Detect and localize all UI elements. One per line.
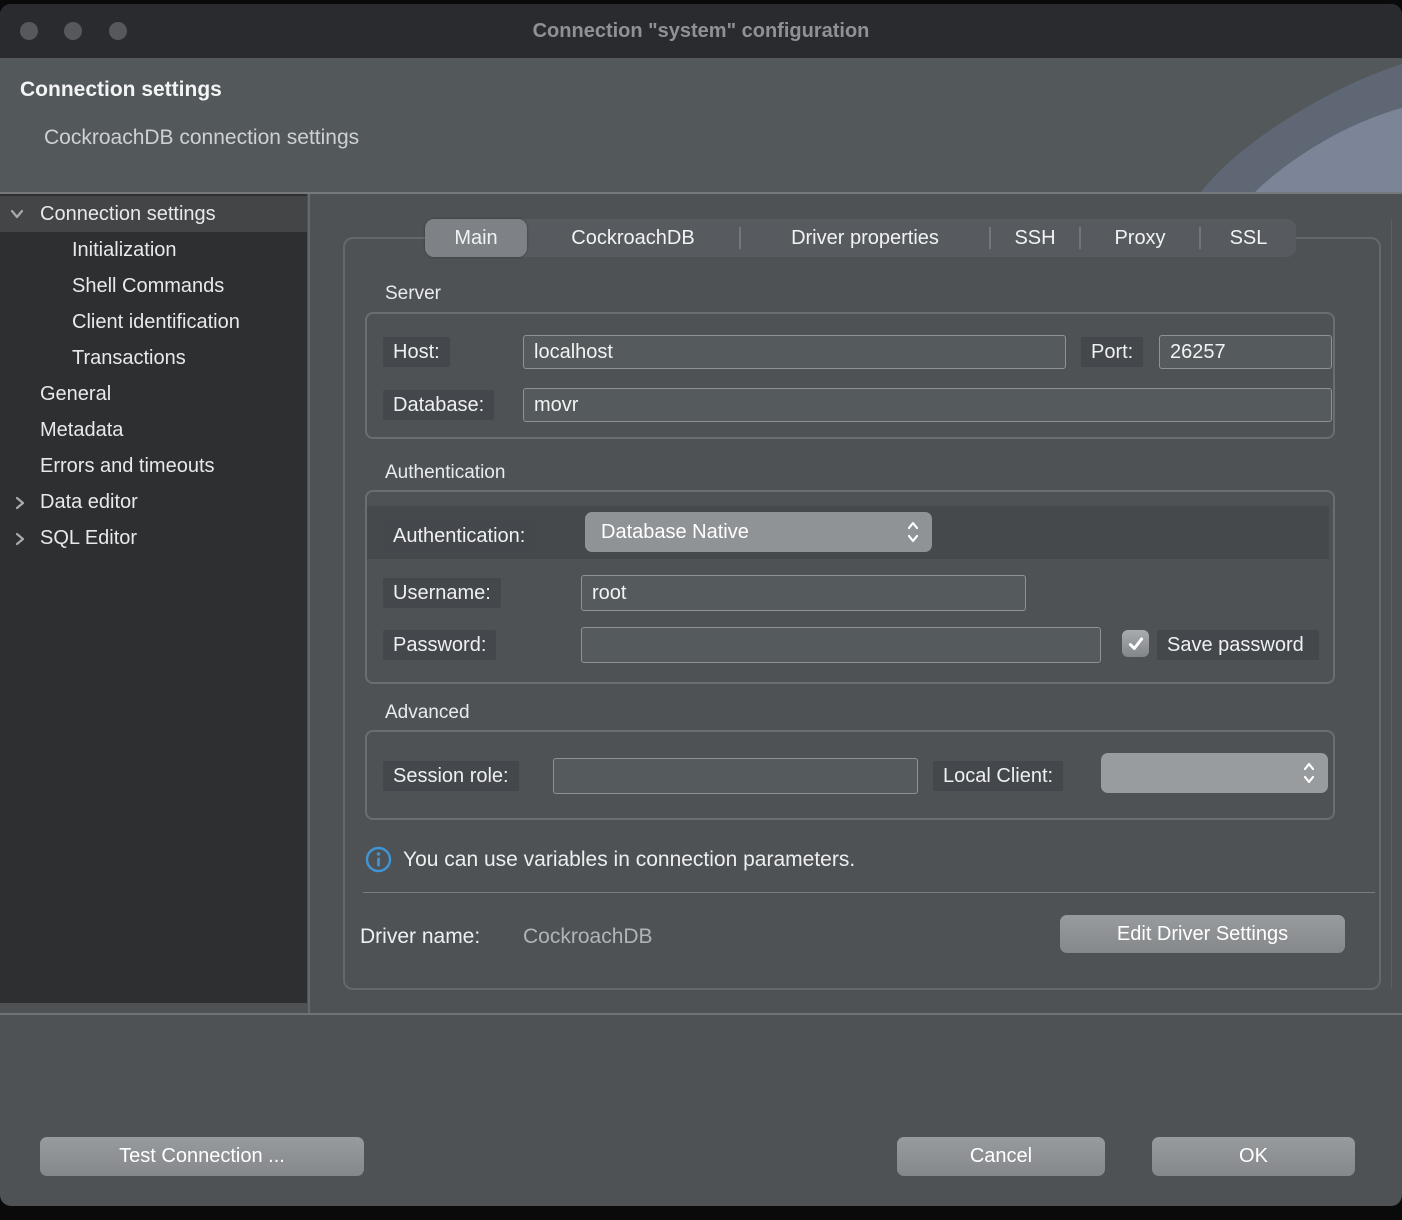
- sidebar-item-sql-editor[interactable]: SQL Editor: [0, 520, 307, 556]
- chevron-down-icon: [8, 206, 26, 222]
- tab-label: CockroachDB: [571, 227, 694, 250]
- sidebar-divider: [308, 194, 310, 1015]
- tab-label: SSL: [1230, 227, 1268, 250]
- settings-tree: Connection settings Initialization Shell…: [0, 194, 307, 1003]
- host-label: Host:: [383, 337, 450, 367]
- authentication-label: Authentication:: [383, 521, 535, 551]
- tree-item-label: Client identification: [72, 311, 240, 333]
- chevron-right-icon: [12, 494, 28, 512]
- content-right-edge: [1391, 219, 1392, 989]
- tab-cockroachdb[interactable]: CockroachDB: [527, 219, 739, 257]
- driver-name-value: CockroachDB: [523, 925, 653, 949]
- sidebar-item-general[interactable]: General: [0, 376, 307, 412]
- sidebar-item-shell-commands[interactable]: Shell Commands: [0, 268, 307, 304]
- database-label: Database:: [383, 390, 494, 420]
- chevron-right-icon: [12, 530, 28, 548]
- tab-driver-properties[interactable]: Driver properties: [741, 219, 989, 257]
- info-icon: [365, 846, 392, 873]
- username-input[interactable]: [581, 575, 1026, 611]
- authentication-group-title: Authentication: [385, 462, 505, 484]
- edit-driver-settings-button[interactable]: Edit Driver Settings: [1060, 915, 1345, 953]
- ok-button[interactable]: OK: [1152, 1137, 1355, 1176]
- port-label: Port:: [1081, 337, 1143, 367]
- tree-item-label: Errors and timeouts: [40, 455, 215, 477]
- local-client-select[interactable]: [1101, 753, 1328, 793]
- tab-bar: Main CockroachDB Driver properties SSH P…: [425, 219, 1296, 257]
- sidebar-item-client-identification[interactable]: Client identification: [0, 304, 307, 340]
- info-text: You can use variables in connection para…: [403, 848, 855, 872]
- decorative-arcs: [1187, 58, 1402, 192]
- database-input[interactable]: [523, 388, 1332, 422]
- tree-item-label: Transactions: [72, 347, 186, 369]
- cancel-button[interactable]: Cancel: [897, 1137, 1105, 1176]
- tree-item-label: SQL Editor: [40, 527, 137, 549]
- sidebar-item-data-editor[interactable]: Data editor: [0, 484, 307, 520]
- tree-item-label: General: [40, 383, 111, 405]
- sidebar-item-metadata[interactable]: Metadata: [0, 412, 307, 448]
- advanced-group-title: Advanced: [385, 702, 470, 724]
- updown-chevron-icon: [1302, 761, 1316, 785]
- page-subtitle: CockroachDB connection settings: [44, 126, 359, 150]
- footer-divider: [0, 1013, 1402, 1015]
- save-password-label[interactable]: Save password: [1157, 630, 1319, 660]
- sidebar-item-errors-and-timeouts[interactable]: Errors and timeouts: [0, 448, 307, 484]
- session-role-label: Session role:: [383, 761, 519, 791]
- connection-config-window: Connection "system" configuration Connec…: [0, 4, 1402, 1206]
- authentication-method-select[interactable]: Database Native: [585, 512, 932, 552]
- tab-ssl[interactable]: SSL: [1201, 219, 1296, 257]
- tab-label: Driver properties: [791, 227, 939, 250]
- dialog-header: Connection settings CockroachDB connecti…: [0, 58, 1402, 194]
- username-label: Username:: [383, 578, 501, 608]
- local-client-label: Local Client:: [933, 761, 1063, 791]
- driver-name-label: Driver name:: [360, 925, 480, 949]
- tab-label: Proxy: [1114, 227, 1165, 250]
- tree-item-label: Data editor: [40, 491, 138, 513]
- updown-chevron-icon: [906, 520, 920, 544]
- host-input[interactable]: [523, 335, 1066, 369]
- tab-ssh[interactable]: SSH: [991, 219, 1079, 257]
- titlebar: Connection "system" configuration: [0, 4, 1402, 58]
- tree-item-label: Connection settings: [40, 203, 216, 225]
- driver-divider: [363, 892, 1375, 893]
- sidebar-item-initialization[interactable]: Initialization: [0, 232, 307, 268]
- sidebar-item-connection-settings[interactable]: Connection settings: [0, 196, 307, 232]
- password-input[interactable]: [581, 627, 1101, 663]
- authentication-method-value: Database Native: [585, 521, 906, 544]
- tab-proxy[interactable]: Proxy: [1081, 219, 1199, 257]
- tree-item-label: Shell Commands: [72, 275, 224, 297]
- port-input[interactable]: [1159, 335, 1332, 369]
- checkmark-icon: [1127, 635, 1145, 653]
- tab-label: Main: [454, 227, 497, 250]
- sidebar-item-transactions[interactable]: Transactions: [0, 340, 307, 376]
- test-connection-button[interactable]: Test Connection ...: [40, 1137, 364, 1176]
- tab-label: SSH: [1014, 227, 1055, 250]
- save-password-checkbox[interactable]: [1122, 630, 1149, 657]
- tab-main[interactable]: Main: [425, 219, 527, 257]
- window-title: Connection "system" configuration: [0, 4, 1402, 58]
- session-role-input[interactable]: [553, 758, 918, 794]
- tree-item-label: Initialization: [72, 239, 177, 261]
- tree-item-label: Metadata: [40, 419, 123, 441]
- password-label: Password:: [383, 630, 496, 660]
- page-title: Connection settings: [20, 78, 222, 102]
- server-group-title: Server: [385, 283, 441, 305]
